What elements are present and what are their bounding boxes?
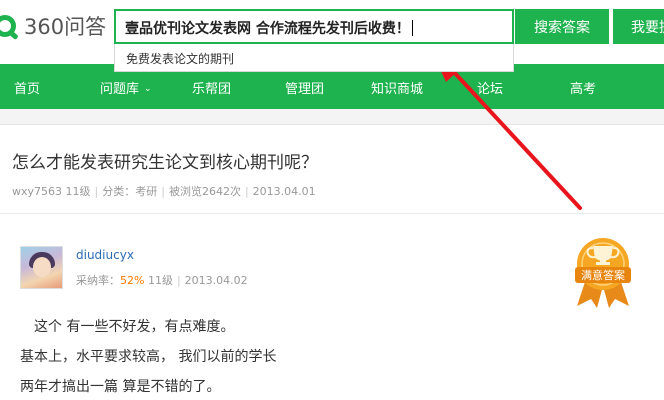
top-band (0, 109, 664, 125)
question-author[interactable]: wxy7563 (12, 185, 62, 198)
site-logo[interactable]: 360问答 (0, 10, 106, 42)
nav-item-mall[interactable]: 知识商城 (371, 78, 423, 97)
text-caret (411, 20, 413, 36)
question-title: 怎么才能发表研究生论文到核心期刊呢？ (12, 153, 318, 173)
search-input-value: 壹品优刊论文发表网 合作流程先发刊后收费！ (125, 18, 413, 38)
question-category: 分类：考研 (102, 185, 158, 198)
nav-item-gaokao[interactable]: 高考 (570, 78, 596, 97)
chevron-down-icon: ⌄ (144, 84, 152, 94)
divider (0, 213, 664, 214)
nav-item-question-library[interactable]: 问题库 ⌄ (100, 78, 152, 97)
nav-item-lebang[interactable]: 乐帮团 (192, 78, 231, 97)
search-suggestion-dropdown: 免费发表论文的期刊 (114, 44, 514, 72)
satisfied-answer-badge: 满意答案 (575, 238, 631, 308)
question-views: 被浏览2642次 (168, 185, 241, 198)
avatar[interactable] (20, 246, 63, 289)
answerer-level: 11级 (147, 274, 173, 287)
badge-label: 满意答案 (581, 268, 625, 282)
nav-item-label: 问题库 (100, 82, 140, 97)
accept-rate-value: 52% (120, 274, 145, 287)
header: 360问答 壹品优刊论文发表网 合作流程先发刊后收费！ 免费发表论文的期刊 搜索… (0, 0, 664, 72)
answer-date: 2013.04.02 (184, 274, 248, 287)
question-author-level: 11级 (65, 185, 91, 198)
accept-rate-label: 采纳率： (76, 274, 120, 287)
answer-meta: 采纳率：52% 11级 | 2013.04.02 (76, 274, 248, 287)
search-input[interactable]: 壹品优刊论文发表网 合作流程先发刊后收费！ (114, 9, 514, 44)
answer-line: 基本上，水平要求较高， 我们以前的学长 (20, 349, 277, 365)
logo-mark-icon (0, 15, 16, 37)
answer-line: 两年才搞出一篇 算是不错的了。 (20, 379, 221, 395)
logo-text: 360问答 (24, 15, 107, 39)
question-meta: wxy7563 11级 | 分类：考研 | 被浏览2642次 | 2013.04.01 (12, 185, 316, 198)
answerer-name[interactable]: diudiucyx (76, 248, 134, 262)
ask-question-button[interactable]: 我要提问 (613, 9, 664, 44)
nav-item-home[interactable]: 首页 (14, 78, 40, 97)
search-answer-button[interactable]: 搜索答案 (515, 9, 609, 44)
question-date: 2013.04.01 (252, 185, 316, 198)
answer-line: 这个 有一些不好发，有点难度。 (34, 319, 235, 335)
nav-item-manage[interactable]: 管理团 (285, 78, 324, 97)
suggestion-item[interactable]: 免费发表论文的期刊 (126, 50, 234, 67)
nav-item-forum[interactable]: 论坛 (477, 78, 503, 97)
